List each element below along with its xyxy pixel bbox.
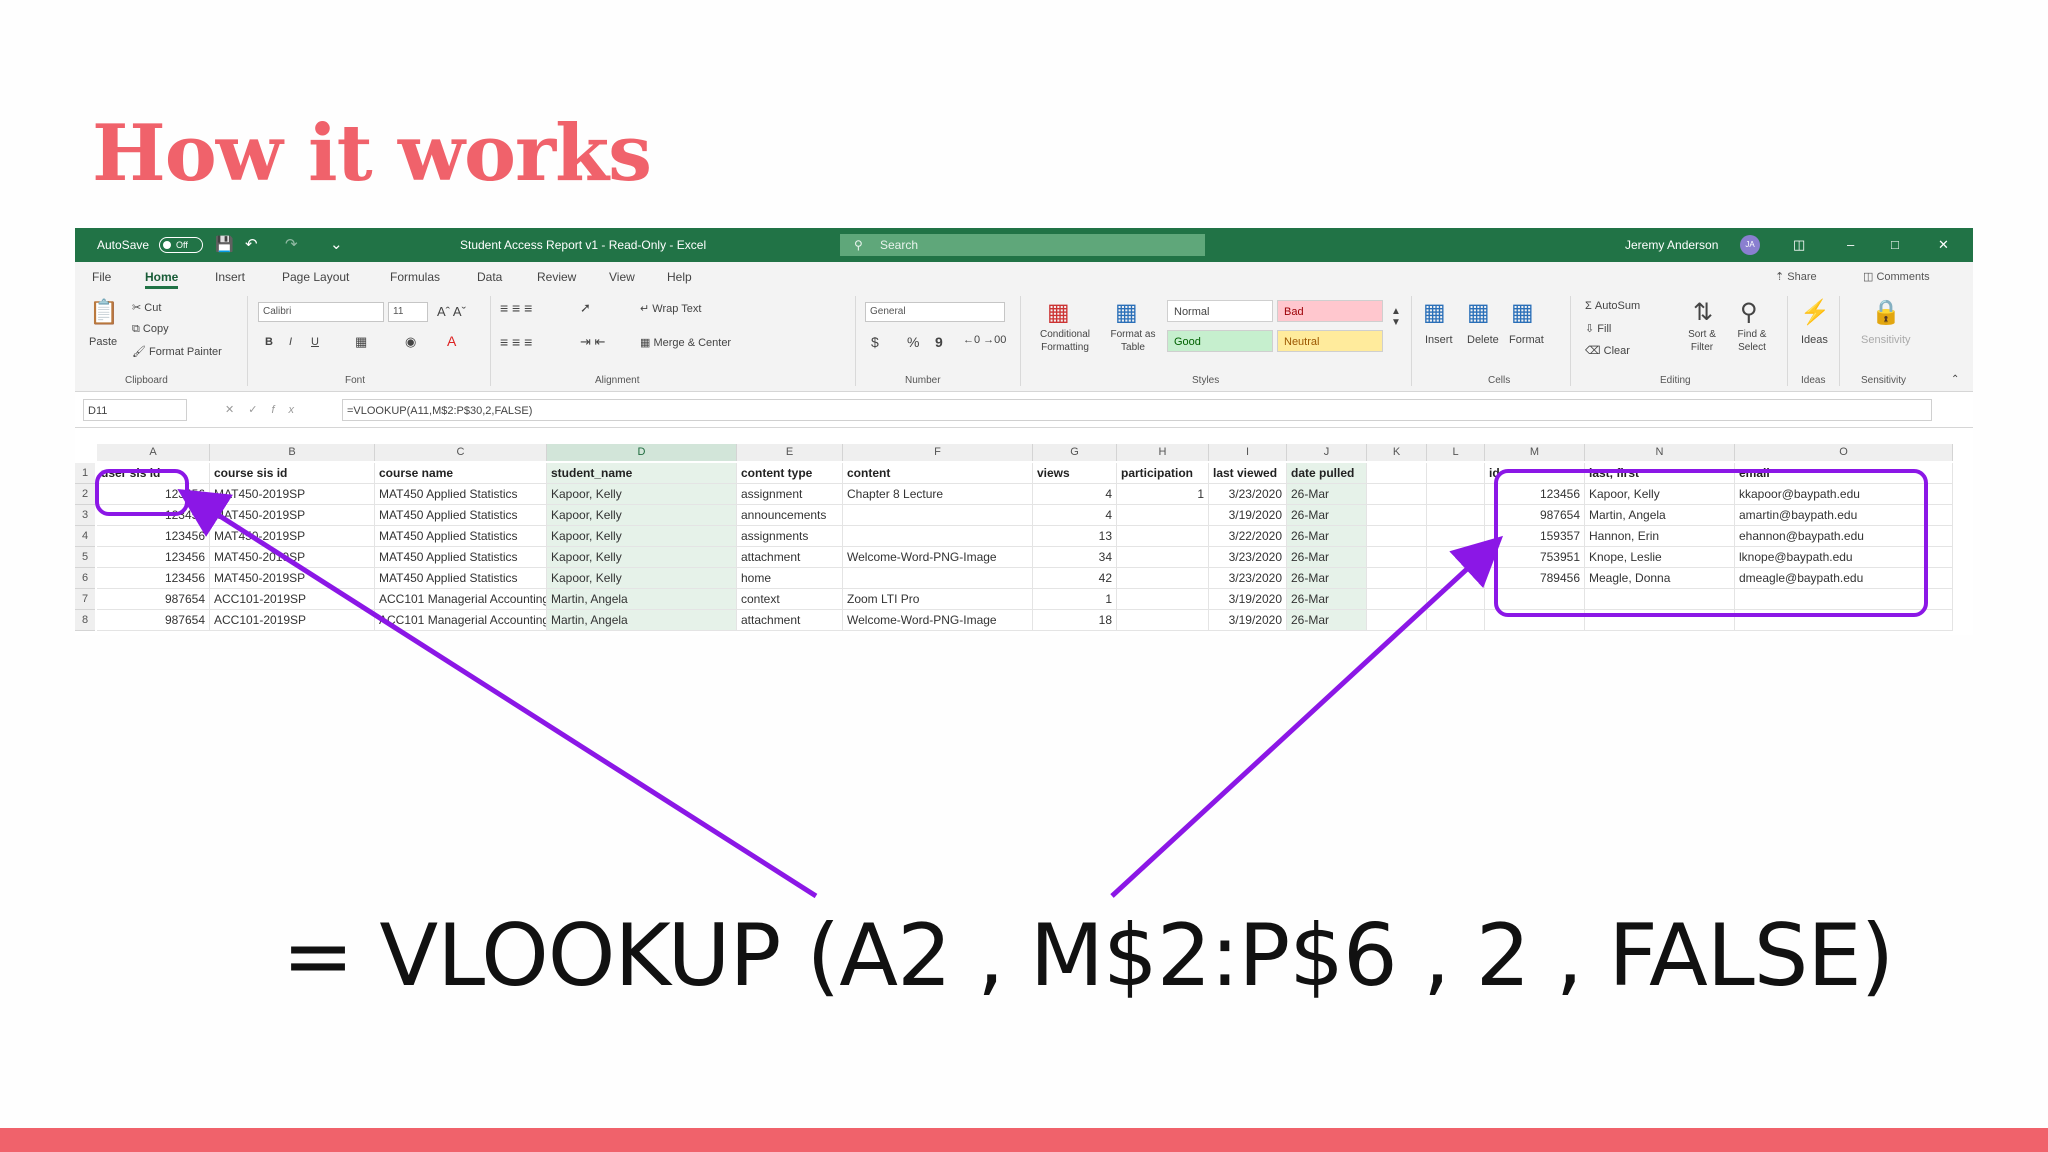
- bottom-accent-bar: [0, 1128, 2048, 1152]
- vlookup-formula: = VLOOKUP (A2 , M$2:P$6 , 2 , FALSE): [282, 906, 1894, 1006]
- arrow-to-lookup-range: [1110, 535, 1504, 898]
- arrow-to-a2: [177, 488, 818, 899]
